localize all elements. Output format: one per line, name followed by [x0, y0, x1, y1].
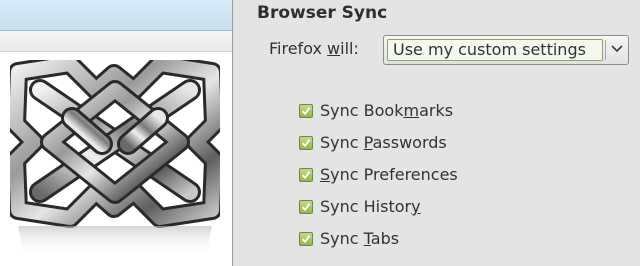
checkbox-label: Sync History	[320, 197, 421, 216]
check-icon	[301, 203, 311, 212]
checkbox-label: Sync Bookmarks	[320, 101, 454, 120]
firefox-will-label-text: Firefox will:	[269, 39, 359, 58]
check-icon	[301, 107, 311, 116]
check-icon	[301, 139, 311, 148]
section-title: Browser Sync	[257, 3, 388, 23]
sync-settings-pane: Browser Sync Firefox will: Use my custom…	[233, 0, 640, 266]
checkbox-label: Sync Passwords	[320, 133, 447, 152]
preview-toolbar	[0, 31, 232, 51]
check-icon	[301, 235, 311, 244]
sync-mode-dropdown[interactable]: Use my custom settings	[383, 35, 629, 65]
preview-titlebar	[0, 0, 232, 30]
check-icon	[301, 171, 311, 180]
checkbox[interactable]	[299, 200, 313, 214]
checkbox-label: Sync Tabs	[320, 229, 400, 248]
checkbox[interactable]	[299, 168, 313, 182]
checkbox[interactable]	[299, 232, 313, 246]
checkbox-label: Sync Preferences	[320, 165, 458, 184]
preview-divider	[0, 51, 232, 52]
checkbox[interactable]	[299, 104, 313, 118]
firefox-will-label: Firefox will:	[269, 39, 359, 58]
celtic-knot-logo	[10, 60, 220, 256]
dropdown-selected-value: Use my custom settings	[393, 40, 586, 59]
dropdown-separator	[605, 40, 606, 60]
preview-pane	[0, 0, 232, 266]
chevron-down-icon	[611, 45, 623, 53]
checkbox[interactable]	[299, 136, 313, 150]
